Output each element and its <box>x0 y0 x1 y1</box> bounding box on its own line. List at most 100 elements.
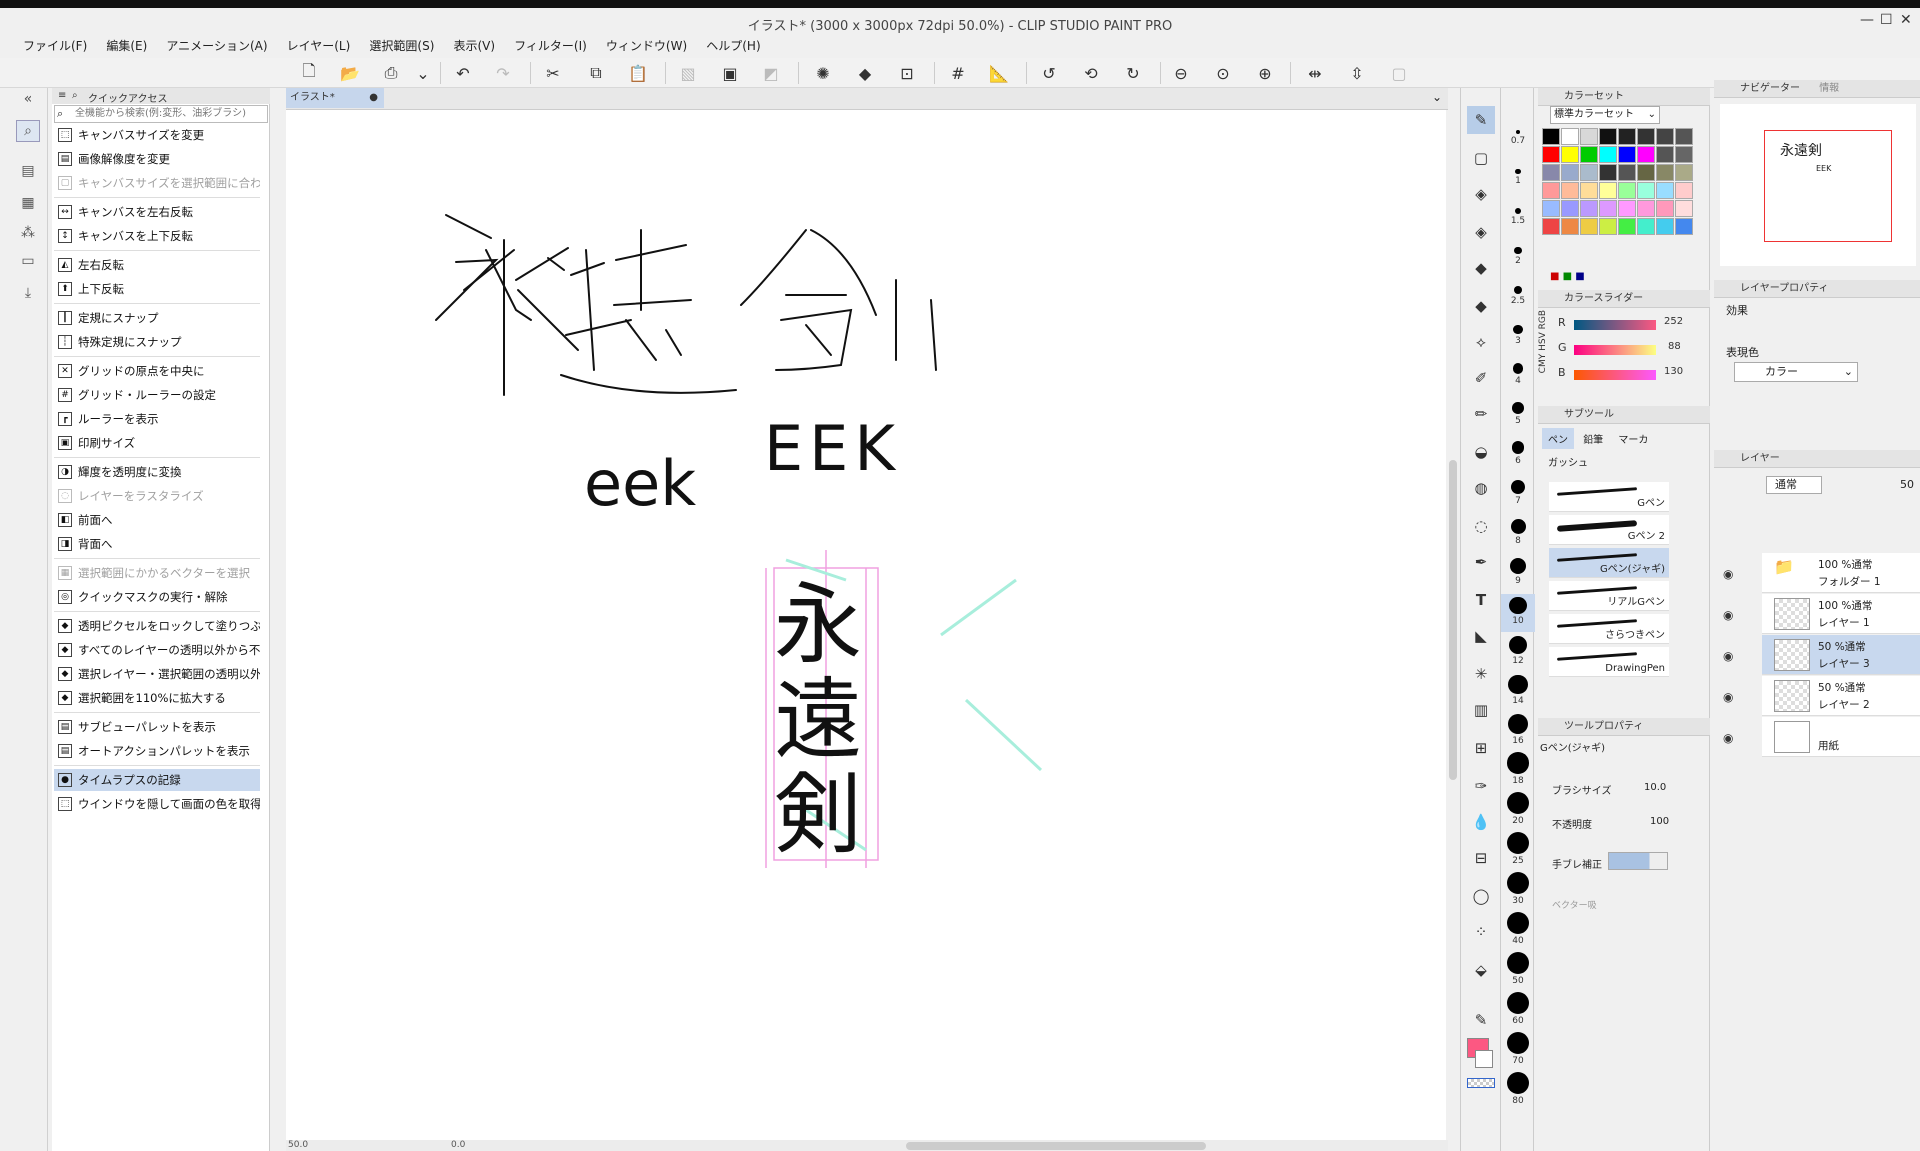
brush-size-dot[interactable] <box>1510 519 1526 534</box>
color-swatch[interactable] <box>1675 164 1693 181</box>
brush-size-label[interactable]: 2.5 <box>1501 296 1535 306</box>
color-swatch[interactable] <box>1561 128 1579 145</box>
brush-size-label[interactable]: 7 <box>1501 496 1535 506</box>
quick-access-item[interactable]: ◆ 選択範囲を110%に拡大する <box>54 687 260 709</box>
color-swatch[interactable] <box>1618 218 1636 235</box>
color-swatch[interactable] <box>1637 200 1655 217</box>
fill-blue-icon[interactable]: ◆ <box>1467 254 1495 282</box>
quick-access-item[interactable]: ⬆ 上下反転 <box>54 278 260 300</box>
pen-2-icon[interactable]: ✑ <box>1467 772 1495 800</box>
color-swatch[interactable] <box>1542 164 1560 181</box>
layer-item[interactable]: 📁 100 %通常 フォルダー 1 <box>1762 553 1920 593</box>
color-swatch[interactable] <box>1561 164 1579 181</box>
brush-size-label[interactable]: 0.7 <box>1501 136 1535 146</box>
brush-size-label[interactable]: 16 <box>1501 736 1535 746</box>
visibility-eye-icon[interactable]: ◉ <box>1723 567 1733 581</box>
brush-size-dot[interactable] <box>1514 246 1522 254</box>
color-swatch[interactable] <box>1599 182 1617 199</box>
select-all-icon[interactable]: ▣ <box>717 60 743 86</box>
quick-access-item[interactable]: ◆ 透明ピクセルをロックして塗りつぶし <box>54 615 260 637</box>
color-swatch[interactable] <box>1618 128 1636 145</box>
cut-icon[interactable]: ✂ <box>540 60 566 86</box>
gradient-icon[interactable]: ▥ <box>1467 696 1495 724</box>
maximize-button[interactable]: ☐ <box>1880 12 1893 28</box>
color-swatch[interactable] <box>1580 128 1598 145</box>
brush-size-label[interactable]: 30 <box>1501 896 1535 906</box>
color-swatch[interactable] <box>1675 200 1693 217</box>
color-swatch[interactable] <box>1580 146 1598 163</box>
quick-access-item[interactable]: ↔ キャンバスを左右反転 <box>54 201 260 223</box>
transform-icon[interactable]: ⊡ <box>894 60 920 86</box>
redo-icon[interactable]: ↷ <box>490 60 516 86</box>
brush-size-label[interactable]: 14 <box>1501 696 1535 706</box>
brush-size-dot[interactable] <box>1507 713 1529 734</box>
brush-size-dot[interactable] <box>1507 912 1529 934</box>
brush-size-dot[interactable] <box>1512 363 1524 374</box>
quick-access-search-input[interactable]: 全機能から検索(例:変形、油彩ブラシ) <box>54 105 268 123</box>
grid-icon[interactable]: # <box>945 60 971 86</box>
quick-access-item[interactable]: ⬚ ウインドウを隠して画面の色を取得 <box>54 793 260 815</box>
eraser-2-icon[interactable]: ◈ <box>1467 218 1495 246</box>
rect-select-icon[interactable]: ▢ <box>1467 144 1495 172</box>
brush-size-label[interactable]: 1 <box>1501 176 1535 186</box>
color-swatch[interactable] <box>1656 146 1674 163</box>
menu-filter[interactable]: フィルター(I) <box>507 34 594 58</box>
object-select-icon[interactable]: ⟡ <box>1467 328 1495 356</box>
color-swatch[interactable] <box>1656 164 1674 181</box>
color-swatch[interactable] <box>1561 218 1579 235</box>
pen-tool-icon[interactable]: ✎ <box>1467 106 1495 134</box>
vertical-scrollbar[interactable] <box>1446 110 1460 1140</box>
brush-icon[interactable]: ✏ <box>1467 400 1495 428</box>
brush-size-dot[interactable] <box>1514 207 1522 214</box>
color-swatch[interactable] <box>1580 200 1598 217</box>
rotate-reset-icon[interactable]: ⟲ <box>1078 60 1104 86</box>
color-swatch[interactable] <box>1618 182 1636 199</box>
brush-size-label[interactable]: 8 <box>1501 536 1535 546</box>
color-swatch[interactable] <box>1561 200 1579 217</box>
sub-color-swatch[interactable] <box>1475 1050 1493 1068</box>
brush-size-dot[interactable] <box>1509 596 1527 614</box>
opacity-value[interactable]: 100 <box>1650 816 1669 827</box>
color-swatch[interactable] <box>1618 200 1636 217</box>
eyedropper-2-icon[interactable]: ✎ <box>1467 1006 1495 1034</box>
quick-access-item[interactable]: ┃ 定規にスナップ <box>54 307 260 329</box>
zoom-fit-icon[interactable]: ⊙ <box>1210 60 1236 86</box>
color-swatch[interactable] <box>1542 146 1560 163</box>
figure-icon[interactable]: ◣ <box>1467 622 1495 650</box>
menu-icon[interactable]: ≡ <box>58 90 66 101</box>
text-tool-icon[interactable]: T <box>1467 586 1495 614</box>
sub-tool-brush[interactable]: リアルGペン <box>1549 581 1669 611</box>
brush-size-label[interactable]: 4 <box>1501 376 1535 386</box>
open-icon[interactable]: 📂 <box>337 60 363 86</box>
eyedropper-icon[interactable]: ✐ <box>1467 364 1495 392</box>
visibility-eye-icon[interactable]: ◉ <box>1723 690 1733 704</box>
quick-access-item[interactable]: ┆ 特殊定規にスナップ <box>54 331 260 353</box>
brush-size-dot[interactable] <box>1508 674 1528 694</box>
brush-size-label[interactable]: 9 <box>1501 576 1535 586</box>
quick-access-item[interactable]: ◧ 前面へ <box>54 509 260 531</box>
quick-access-item[interactable]: ✕ グリッドの原点を中央に <box>54 360 260 382</box>
color-swatch[interactable] <box>1599 146 1617 163</box>
slider-r-track[interactable] <box>1574 320 1656 330</box>
brush-size-dot[interactable] <box>1516 130 1520 134</box>
slider-b-value[interactable]: 130 <box>1664 366 1683 377</box>
brush-size-dot[interactable] <box>1513 285 1523 294</box>
expression-color-dropdown[interactable]: カラー ⌄ <box>1734 362 1858 382</box>
quick-access-item[interactable]: ⬚ キャンバスサイズを変更 <box>54 124 260 146</box>
rotate-left-icon[interactable]: ↺ <box>1036 60 1062 86</box>
quick-access-item[interactable]: ◨ 背面へ <box>54 533 260 555</box>
tab-pen[interactable]: ペン <box>1542 428 1574 449</box>
flip-horizontal-icon[interactable]: ⇹ <box>1302 60 1328 86</box>
visibility-eye-icon[interactable]: ◉ <box>1723 608 1733 622</box>
balloon-icon[interactable]: ◯ <box>1467 882 1495 910</box>
brush-size-dot[interactable] <box>1507 752 1529 774</box>
color-swatch[interactable] <box>1656 182 1674 199</box>
menu-file[interactable]: ファイル(F) <box>16 34 94 58</box>
color-swatch[interactable] <box>1561 146 1579 163</box>
color-swatch[interactable] <box>1542 182 1560 199</box>
color-swatch[interactable] <box>1675 128 1693 145</box>
tab-pencil[interactable]: 鉛筆 <box>1577 428 1609 449</box>
quick-access-item[interactable]: ◆ すべてのレイヤーの透明以外から不透明度100% <box>54 639 260 661</box>
document-tab[interactable]: イラスト* ● <box>286 88 384 108</box>
scatter-icon[interactable]: ⁘ <box>1467 918 1495 946</box>
